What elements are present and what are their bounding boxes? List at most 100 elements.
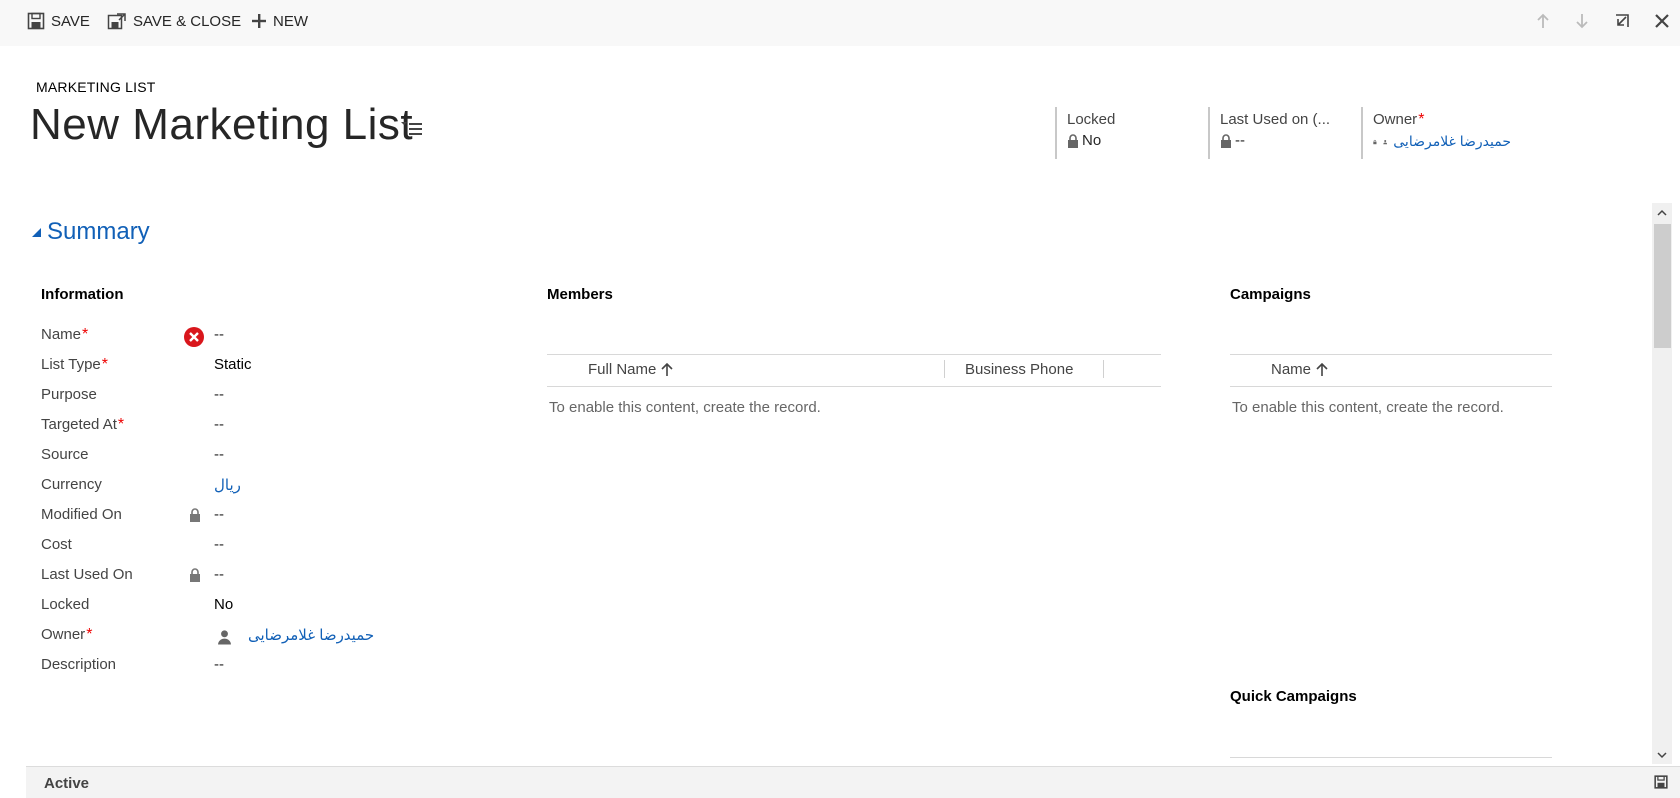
header-owner-link[interactable]: حمیدرضا غلامرضایی — [1393, 133, 1511, 150]
members-grid-top-border — [547, 354, 1161, 355]
summary-section-toggle[interactable]: Summary — [32, 218, 150, 246]
field-label: Modified On — [41, 506, 122, 523]
locked-value[interactable]: No — [214, 596, 233, 613]
field-label: Owner — [41, 626, 86, 643]
header-field-owner: Owner* حمیدرضا غلامرضایی — [1361, 107, 1511, 159]
field-name: Name* -- — [41, 326, 511, 348]
previous-record-button[interactable] — [1533, 11, 1553, 31]
purpose-input[interactable]: -- — [214, 386, 224, 403]
next-record-button[interactable] — [1572, 11, 1592, 31]
field-cost: Cost -- — [41, 536, 511, 558]
lock-icon — [1068, 133, 1078, 148]
required-indicator: * — [1418, 111, 1425, 128]
column-label: Business Phone — [965, 361, 1074, 378]
user-icon — [217, 629, 232, 650]
cost-input[interactable]: -- — [214, 536, 224, 553]
field-label: Last Used On — [41, 566, 133, 583]
sort-ascending-icon — [661, 363, 673, 376]
description-input[interactable]: -- — [214, 656, 224, 673]
source-input[interactable]: -- — [214, 446, 224, 463]
lock-icon — [1373, 139, 1377, 144]
entity-type-label: MARKETING LIST — [36, 79, 156, 95]
scroll-down-button[interactable] — [1655, 748, 1669, 762]
column-header-name[interactable]: Name — [1271, 361, 1328, 378]
save-close-icon — [107, 13, 126, 30]
targeted-at-input[interactable]: -- — [214, 416, 224, 433]
column-header-full-name[interactable]: Full Name — [588, 361, 673, 378]
members-empty-message: To enable this content, create the recor… — [549, 399, 821, 416]
required-indicator: * — [117, 416, 125, 433]
popout-button[interactable] — [1612, 11, 1632, 31]
last-used-on-value: -- — [214, 566, 224, 583]
new-button[interactable]: NEW — [251, 10, 308, 32]
field-last-used-on: Last Used On -- — [41, 566, 511, 588]
save-icon — [1654, 775, 1668, 789]
required-indicator: * — [82, 326, 89, 343]
status-footer: Active — [26, 766, 1680, 798]
save-close-label: SAVE & CLOSE — [133, 12, 242, 30]
arrow-up-icon — [1537, 13, 1549, 28]
sort-ascending-icon — [1316, 363, 1328, 376]
field-locked: Locked No — [41, 596, 511, 618]
column-divider[interactable] — [944, 360, 945, 378]
field-label: Name — [41, 326, 82, 343]
lock-icon — [189, 568, 201, 587]
field-label: Cost — [41, 536, 72, 553]
quick-campaigns-group-title: Quick Campaigns — [1230, 688, 1357, 705]
save-button[interactable]: SAVE — [27, 10, 90, 32]
footer-save-button[interactable] — [1654, 775, 1668, 794]
column-divider[interactable] — [1103, 360, 1104, 378]
column-header-business-phone[interactable]: Business Phone — [965, 361, 1073, 378]
field-description: Description -- — [41, 656, 511, 678]
scroll-up-button[interactable] — [1655, 205, 1669, 219]
lock-icon — [1221, 133, 1231, 148]
field-targeted-at: Targeted At* -- — [41, 416, 511, 438]
campaigns-grid-header-border — [1230, 386, 1552, 387]
campaigns-group-title: Campaigns — [1230, 286, 1311, 303]
popout-icon — [1616, 14, 1629, 27]
header-field-last-used: Last Used on (... -- — [1208, 107, 1358, 159]
information-group-title: Information — [41, 286, 124, 303]
name-input[interactable]: -- — [214, 326, 224, 343]
field-modified-on: Modified On -- — [41, 506, 511, 528]
close-icon — [1655, 14, 1669, 28]
user-icon — [1383, 139, 1387, 144]
required-indicator: * — [86, 626, 93, 643]
save-icon — [27, 12, 45, 30]
field-owner: Owner* حمیدرضا غلامرضایی — [41, 626, 511, 648]
chevron-down-icon — [1657, 751, 1667, 758]
field-purpose: Purpose -- — [41, 386, 511, 408]
scrollbar-thumb[interactable] — [1654, 224, 1671, 348]
field-currency: Currency ریال — [41, 476, 511, 498]
required-indicator: * — [101, 356, 108, 373]
section-title: Summary — [47, 218, 150, 245]
owner-link[interactable]: حمیدرضا غلامرضایی — [248, 626, 374, 644]
save-label: SAVE — [51, 12, 90, 30]
page-title: New Marketing List — [30, 100, 414, 149]
field-label: Source — [41, 446, 89, 463]
error-icon — [184, 327, 204, 352]
chevron-up-icon — [1657, 209, 1667, 216]
field-label: Targeted At — [41, 416, 117, 433]
save-and-close-button[interactable]: SAVE & CLOSE — [107, 10, 241, 32]
quick-campaigns-grid-top-border — [1230, 757, 1552, 758]
field-list-type: List Type* Static — [41, 356, 511, 378]
header-owner-label: Owner — [1373, 111, 1418, 128]
header-locked-label: Locked — [1067, 111, 1116, 128]
field-source: Source -- — [41, 446, 511, 468]
currency-link[interactable]: ریال — [214, 476, 241, 494]
list-type-value[interactable]: Static — [214, 356, 252, 373]
field-label: List Type — [41, 356, 101, 373]
arrow-down-icon — [1576, 14, 1588, 29]
close-button[interactable] — [1652, 11, 1672, 31]
field-label: Purpose — [41, 386, 97, 403]
plus-icon — [252, 14, 266, 28]
form-selector-button[interactable] — [401, 120, 423, 141]
command-bar: SAVE SAVE & CLOSE NEW — [0, 0, 1680, 46]
field-label: Locked — [41, 596, 90, 613]
header-last-used-value: -- — [1235, 132, 1245, 149]
lock-icon — [189, 508, 201, 527]
header-locked-value: No — [1082, 132, 1102, 149]
campaigns-empty-message: To enable this content, create the recor… — [1232, 399, 1504, 416]
header-field-locked: Locked No — [1055, 107, 1205, 159]
